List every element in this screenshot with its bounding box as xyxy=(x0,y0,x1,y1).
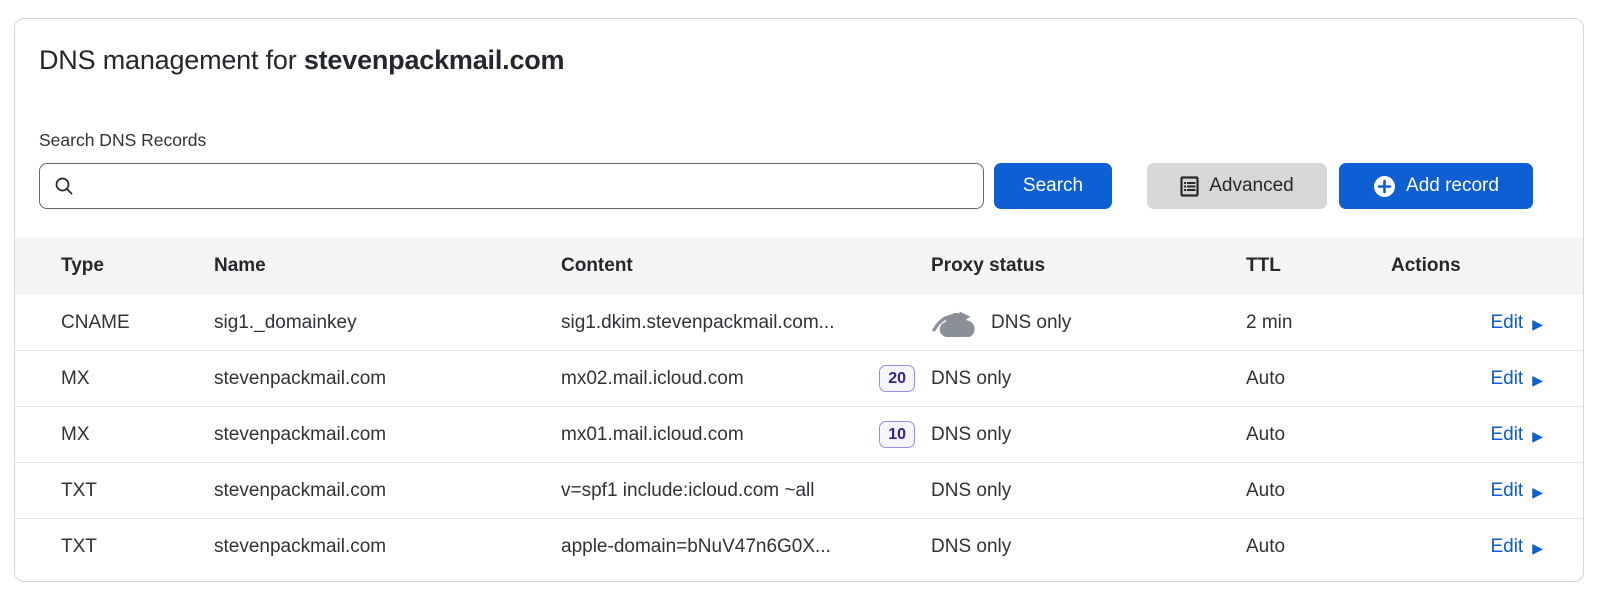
table-row: TXT stevenpackmail.com apple-domain=bNuV… xyxy=(15,519,1583,574)
proxy-status-cell: DNS only xyxy=(931,368,1246,390)
search-controls: Search Advanced Add re xyxy=(39,163,1583,209)
table-row: CNAME sig1._domainkey sig1.dkim.stevenpa… xyxy=(15,295,1583,351)
edit-arrow-icon: ▶ xyxy=(1532,485,1543,499)
edit-label: Edit xyxy=(1490,312,1523,334)
edit-label: Edit xyxy=(1490,536,1523,558)
column-header-ttl: TTL xyxy=(1246,255,1391,277)
record-content: apple-domain=bNuV47n6G0X... xyxy=(561,536,831,558)
add-record-button-label: Add record xyxy=(1406,175,1499,197)
plus-icon xyxy=(1373,175,1396,198)
record-content: mx02.mail.icloud.com xyxy=(561,368,744,390)
column-header-name: Name xyxy=(214,255,561,277)
search-label: Search DNS Records xyxy=(39,130,1583,151)
column-header-content: Content xyxy=(561,255,931,277)
advanced-button-label: Advanced xyxy=(1209,175,1294,197)
search-input[interactable] xyxy=(39,163,984,209)
edit-record-link[interactable]: Edit ▶ xyxy=(1490,424,1543,446)
edit-arrow-icon: ▶ xyxy=(1532,541,1543,555)
record-type: CNAME xyxy=(61,312,214,334)
edit-record-link[interactable]: Edit ▶ xyxy=(1490,536,1543,558)
edit-label: Edit xyxy=(1490,480,1523,502)
top-section: DNS management for stevenpackmail.com Se… xyxy=(15,19,1583,209)
proxy-status-text: DNS only xyxy=(991,312,1071,334)
search-box xyxy=(39,163,984,209)
proxy-status-cell: DNS only xyxy=(931,308,1246,338)
record-ttl: Auto xyxy=(1246,536,1391,558)
mx-priority-badge: 10 xyxy=(879,421,915,448)
search-button-label: Search xyxy=(1023,175,1083,197)
edit-arrow-icon: ▶ xyxy=(1532,373,1543,387)
record-content: sig1.dkim.stevenpackmail.com... xyxy=(561,312,835,334)
table-row: MX stevenpackmail.com mx02.mail.icloud.c… xyxy=(15,351,1583,407)
proxy-status-text: DNS only xyxy=(931,424,1011,446)
proxy-status-cell: DNS only xyxy=(931,480,1246,502)
record-ttl: Auto xyxy=(1246,480,1391,502)
record-type: MX xyxy=(61,424,214,446)
proxy-status-text: DNS only xyxy=(931,480,1011,502)
add-record-button[interactable]: Add record xyxy=(1339,163,1533,209)
domain-name: stevenpackmail.com xyxy=(304,45,565,75)
edit-label: Edit xyxy=(1490,368,1523,390)
column-header-proxy-status: Proxy status xyxy=(931,255,1246,277)
table-header-row: Type Name Content Proxy status TTL Actio… xyxy=(15,237,1583,295)
mx-priority-badge: 20 xyxy=(879,365,915,392)
record-type: TXT xyxy=(61,480,214,502)
edit-label: Edit xyxy=(1490,424,1523,446)
edit-arrow-icon: ▶ xyxy=(1532,317,1543,331)
record-name: stevenpackmail.com xyxy=(214,536,561,558)
dns-management-card: DNS management for stevenpackmail.com Se… xyxy=(14,18,1584,582)
page-title-prefix: DNS management for xyxy=(39,45,304,75)
record-ttl: 2 min xyxy=(1246,312,1391,334)
edit-record-link[interactable]: Edit ▶ xyxy=(1490,480,1543,502)
proxy-status-text: DNS only xyxy=(931,368,1011,390)
page-title: DNS management for stevenpackmail.com xyxy=(39,45,1583,76)
record-content: mx01.mail.icloud.com xyxy=(561,424,744,446)
record-name: stevenpackmail.com xyxy=(214,368,561,390)
dns-only-cloud-icon xyxy=(931,308,979,338)
record-type: MX xyxy=(61,368,214,390)
record-content: v=spf1 include:icloud.com ~all xyxy=(561,480,814,502)
advanced-button[interactable]: Advanced xyxy=(1147,163,1327,209)
record-name: stevenpackmail.com xyxy=(214,480,561,502)
record-name: sig1._domainkey xyxy=(214,312,561,334)
proxy-status-text: DNS only xyxy=(931,536,1011,558)
record-name: stevenpackmail.com xyxy=(214,424,561,446)
search-button[interactable]: Search xyxy=(994,163,1112,209)
proxy-status-cell: DNS only xyxy=(931,424,1246,446)
edit-record-link[interactable]: Edit ▶ xyxy=(1490,368,1543,390)
dns-records-table: Type Name Content Proxy status TTL Actio… xyxy=(15,237,1583,574)
edit-arrow-icon: ▶ xyxy=(1532,429,1543,443)
table-row: MX stevenpackmail.com mx01.mail.icloud.c… xyxy=(15,407,1583,463)
column-header-actions: Actions xyxy=(1391,255,1543,277)
table-row: TXT stevenpackmail.com v=spf1 include:ic… xyxy=(15,463,1583,519)
column-header-type: Type xyxy=(61,255,214,277)
advanced-icon xyxy=(1180,176,1199,197)
proxy-status-cell: DNS only xyxy=(931,536,1246,558)
edit-record-link[interactable]: Edit ▶ xyxy=(1490,312,1543,334)
record-ttl: Auto xyxy=(1246,424,1391,446)
record-type: TXT xyxy=(61,536,214,558)
record-ttl: Auto xyxy=(1246,368,1391,390)
